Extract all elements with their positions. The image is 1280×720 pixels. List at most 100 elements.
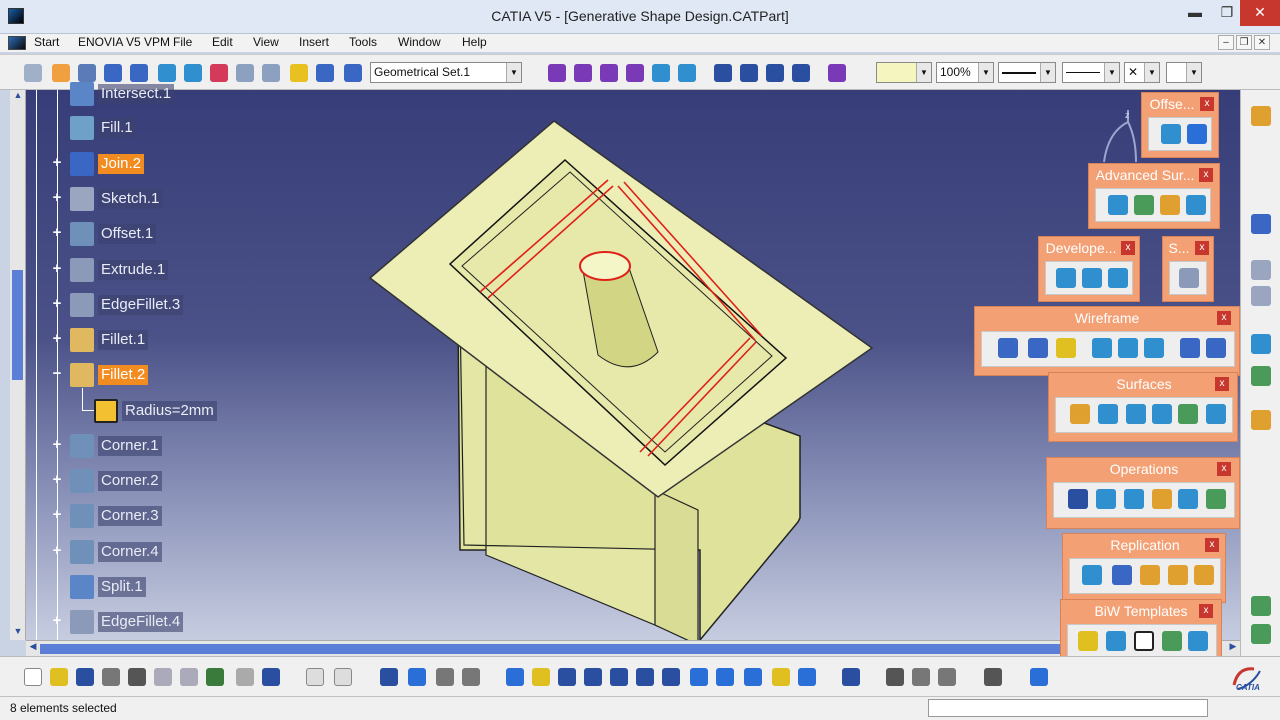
compass-tool-icon[interactable] <box>1030 668 1048 686</box>
wrap-curve-icon[interactable] <box>1134 195 1154 215</box>
multi-view-icon[interactable] <box>1251 624 1271 644</box>
palette-surfaces[interactable]: Surfaces x <box>1048 372 1238 442</box>
cube-view-icon[interactable] <box>1251 596 1271 616</box>
multi-view-tool-icon[interactable] <box>690 668 708 686</box>
swap-space-icon[interactable] <box>798 668 816 686</box>
join-tool-icon[interactable] <box>1068 489 1088 509</box>
copy-icon[interactable] <box>154 668 172 686</box>
line-thickness-select[interactable]: ▼ <box>998 62 1056 83</box>
parallel-curve-icon[interactable] <box>1144 338 1164 358</box>
measure-icon[interactable] <box>462 668 480 686</box>
scroll-up-icon[interactable]: ▲ <box>10 90 26 104</box>
points-icon[interactable] <box>316 64 334 82</box>
palette-advanced-surfaces[interactable]: Advanced Sur... x <box>1088 163 1220 229</box>
palette-developed[interactable]: Develope... x <box>1038 236 1140 302</box>
workbench-icon[interactable] <box>1251 106 1271 126</box>
sweep-surface-icon[interactable] <box>1126 404 1146 424</box>
user-feature-icon[interactable] <box>1168 565 1188 585</box>
transparency-select[interactable]: 100% ▼ <box>936 62 994 83</box>
junction-icon[interactable] <box>1078 631 1098 651</box>
graph-icon[interactable] <box>1251 214 1271 234</box>
extract-icon[interactable] <box>1124 489 1144 509</box>
undo-icon[interactable] <box>206 668 224 686</box>
hierarchy-icon[interactable] <box>262 64 280 82</box>
constraint-icon[interactable] <box>1251 366 1271 386</box>
solid-icon[interactable] <box>714 64 732 82</box>
save-icon[interactable] <box>76 668 94 686</box>
split-tool-icon[interactable] <box>1096 489 1116 509</box>
fill-surface-icon[interactable] <box>1152 404 1172 424</box>
capture-icon[interactable] <box>984 668 1002 686</box>
menu-enovia[interactable]: ENOVIA V5 VPM <box>78 35 170 49</box>
cut-icon[interactable] <box>128 668 146 686</box>
projection-icon[interactable] <box>1092 338 1112 358</box>
scroll-left-icon[interactable]: ◀ <box>26 641 40 657</box>
rule-icon[interactable] <box>408 668 426 686</box>
menu-file[interactable]: File <box>173 35 192 49</box>
knowledge-icon[interactable] <box>210 64 228 82</box>
shading-icon[interactable] <box>744 668 762 686</box>
blend-tool-icon[interactable] <box>678 64 696 82</box>
palette-replication[interactable]: Replication x <box>1062 533 1226 603</box>
menu-start[interactable]: Start <box>34 35 59 49</box>
menu-tools[interactable]: Tools <box>349 35 377 49</box>
menu-window[interactable]: Window <box>398 35 441 49</box>
settings-icon[interactable] <box>1251 410 1271 430</box>
palette-operations[interactable]: Operations x <box>1046 457 1240 529</box>
print-icon[interactable] <box>102 668 120 686</box>
extrude-tool-icon[interactable] <box>548 64 566 82</box>
line-icon[interactable] <box>1028 338 1048 358</box>
variable-offset-icon[interactable] <box>1187 124 1207 144</box>
loft-tool-icon[interactable] <box>652 64 670 82</box>
menu-help[interactable]: Help <box>462 35 487 49</box>
offset-surface-icon[interactable] <box>1098 404 1118 424</box>
redo-icon[interactable] <box>236 668 254 686</box>
close-window-button[interactable]: ✕ <box>1240 0 1280 26</box>
law-icon[interactable] <box>1251 260 1271 280</box>
repetition-icon[interactable] <box>1082 565 1102 585</box>
revolve-tool-icon[interactable] <box>574 64 592 82</box>
distance-icon[interactable] <box>886 668 904 686</box>
update-icon[interactable] <box>236 64 254 82</box>
scroll-down-icon[interactable]: ▼ <box>10 626 26 640</box>
intersection-icon[interactable] <box>1118 338 1138 358</box>
horizontal-scrollbar[interactable]: ◀ ▶ <box>26 640 1240 656</box>
bump-icon[interactable] <box>1108 195 1128 215</box>
cube-icon[interactable] <box>184 64 202 82</box>
line-type-select[interactable]: ▼ <box>1062 62 1120 83</box>
normal-view-icon[interactable] <box>662 668 680 686</box>
hand-icon[interactable] <box>52 64 70 82</box>
lock-icon[interactable] <box>436 668 454 686</box>
axis-icon[interactable] <box>78 64 96 82</box>
diabolo-icon[interactable] <box>1106 631 1126 651</box>
new-icon[interactable] <box>24 668 42 686</box>
fill-tool-icon[interactable] <box>626 64 644 82</box>
zoom-out-icon[interactable] <box>636 668 654 686</box>
palette-close-button[interactable]: x <box>1195 241 1209 255</box>
vertical-scrollbar[interactable]: ▲ ▼ <box>10 90 26 640</box>
collapse-icon[interactable]: − <box>50 366 64 382</box>
analysis-tool-icon[interactable] <box>1251 334 1271 354</box>
help-icon[interactable] <box>262 668 280 686</box>
hole-icon[interactable] <box>1134 631 1154 651</box>
zoom-in-icon[interactable] <box>610 668 628 686</box>
fit-all-icon[interactable] <box>532 668 550 686</box>
expand-icon[interactable]: + <box>50 507 64 523</box>
comment-icon[interactable] <box>334 668 352 686</box>
fly-mode-icon[interactable] <box>506 668 524 686</box>
spline-icon[interactable] <box>1206 338 1226 358</box>
palette-close-button[interactable]: x <box>1215 377 1229 391</box>
expand-icon[interactable]: + <box>50 190 64 206</box>
point-icon[interactable] <box>998 338 1018 358</box>
offset-tool-icon[interactable] <box>1161 124 1181 144</box>
tree-icon[interactable] <box>104 64 122 82</box>
catalog-icon[interactable] <box>1194 565 1214 585</box>
pan-icon[interactable] <box>558 668 576 686</box>
horizontal-scroll-thumb[interactable] <box>40 644 1200 654</box>
document-control-icon[interactable] <box>8 36 26 50</box>
paste-icon[interactable] <box>180 668 198 686</box>
palette-close-button[interactable]: x <box>1200 97 1214 111</box>
reframe-icon[interactable] <box>842 668 860 686</box>
blend-surface-icon[interactable] <box>1206 404 1226 424</box>
fillet-tool-icon[interactable] <box>1152 489 1172 509</box>
